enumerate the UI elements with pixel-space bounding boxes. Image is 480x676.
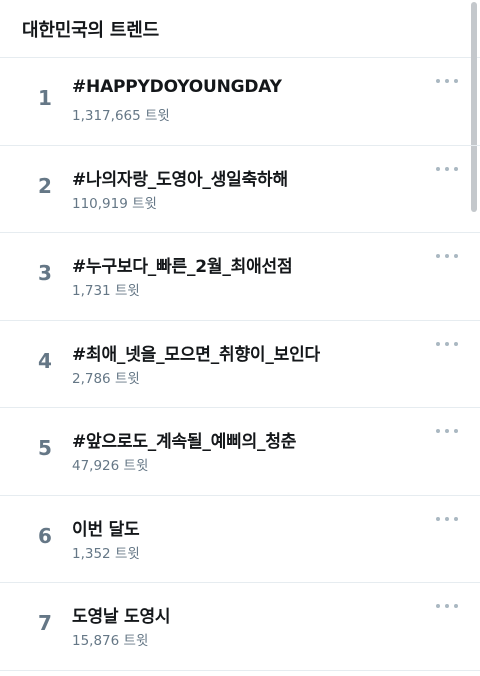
more-icon[interactable] (436, 512, 458, 526)
trends-header: 대한민국의 트렌드 (0, 0, 480, 58)
more-icon[interactable] (436, 249, 458, 263)
trend-rank: 2 (38, 173, 52, 198)
trend-item-5[interactable]: 5 #앞으로도_계속될_예삐의_청춘 47,926 트윗 (0, 408, 480, 496)
trend-name: #최애_넷을_모으면_취향이_보인다 (72, 344, 320, 365)
trend-item-3[interactable]: 3 #누구보다_빠른_2월_최애선점 1,731 트윗 (0, 233, 480, 321)
trend-name: 도영날 도영시 (72, 607, 171, 627)
trends-list: 1 #HAPPYDOYOUNGDAY 1,317,665 트윗 2 #나의자랑_… (0, 58, 480, 671)
more-icon[interactable] (436, 162, 458, 176)
tweet-count: 1,352 트윗 (72, 545, 140, 562)
trend-name: #나의자랑_도영아_생일축하해 (72, 169, 288, 190)
trend-rank: 4 (38, 348, 52, 373)
trend-item-2[interactable]: 2 #나의자랑_도영아_생일축하해 110,919 트윗 (0, 146, 480, 233)
trends-page: 대한민국의 트렌드 1 #HAPPYDOYOUNGDAY 1,317,665 트… (0, 0, 480, 676)
more-icon[interactable] (436, 599, 458, 613)
more-icon[interactable] (436, 74, 458, 88)
trend-rank: 7 (38, 611, 52, 635)
page-title: 대한민국의 트렌드 (22, 19, 159, 41)
trend-item-6[interactable]: 6 이번 달도 1,352 트윗 (0, 496, 480, 583)
trend-rank: 6 (38, 523, 52, 548)
trend-name: #앞으로도_계속될_예삐의_청춘 (72, 432, 297, 452)
tweet-count: 15,876 트윗 (72, 633, 149, 649)
trend-name: #HAPPYDOYOUNGDAY (72, 77, 282, 97)
more-icon[interactable] (436, 337, 458, 351)
tweet-count: 47,926 트윗 (72, 458, 149, 474)
trend-item-1[interactable]: 1 #HAPPYDOYOUNGDAY 1,317,665 트윗 (0, 58, 480, 146)
tweet-count: 2,786 트윗 (72, 370, 140, 387)
trend-rank: 5 (38, 436, 52, 460)
tweet-count: 110,919 트윗 (72, 195, 157, 212)
trend-name: #누구보다_빠른_2월_최애선점 (72, 257, 293, 277)
tweet-count: 1,731 트윗 (72, 283, 140, 299)
trend-rank: 3 (38, 261, 52, 285)
trend-rank: 1 (38, 86, 52, 110)
trend-item-7[interactable]: 7 도영날 도영시 15,876 트윗 (0, 583, 480, 671)
trend-item-4[interactable]: 4 #최애_넷을_모으면_취향이_보인다 2,786 트윗 (0, 321, 480, 408)
more-icon[interactable] (436, 424, 458, 438)
tweet-count: 1,317,665 트윗 (72, 108, 170, 124)
trend-name: 이번 달도 (72, 519, 140, 540)
